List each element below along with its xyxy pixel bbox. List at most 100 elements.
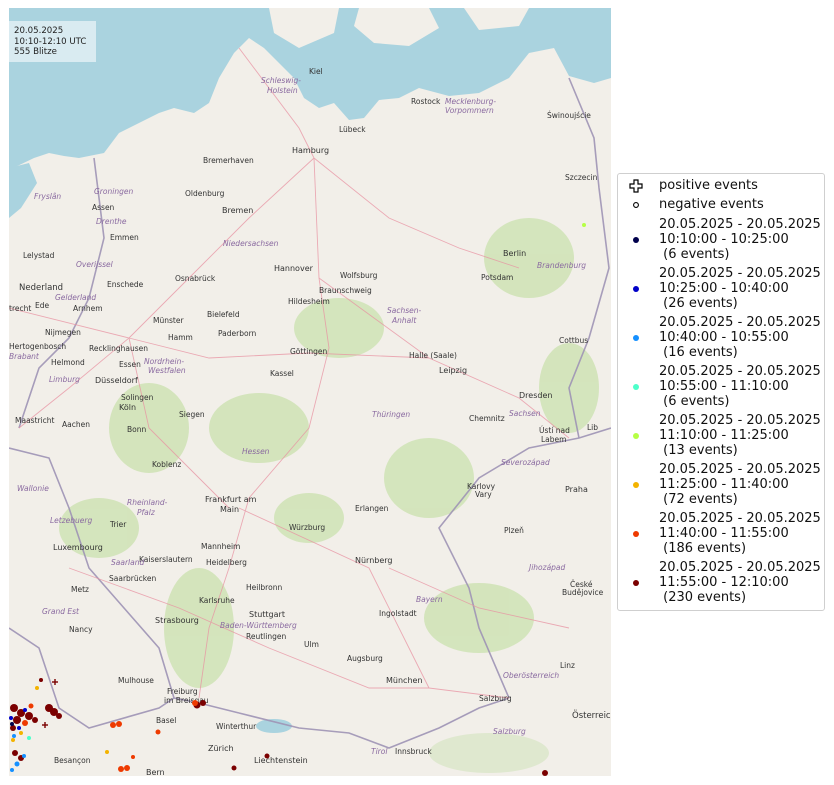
svg-text:Nederland: Nederland xyxy=(19,283,63,293)
svg-text:Innsbruck: Innsbruck xyxy=(395,747,432,756)
svg-text:Linz: Linz xyxy=(560,661,575,670)
svg-text:Tirol: Tirol xyxy=(371,747,388,756)
svg-text:Labem: Labem xyxy=(541,435,566,444)
svg-text:Bern: Bern xyxy=(146,768,165,776)
svg-text:Ulm: Ulm xyxy=(304,640,319,649)
legend: positive events negative events 20.05.20… xyxy=(617,173,825,611)
legend-label: 20.05.2025 - 20.05.2025 11:55:00 - 12:10… xyxy=(659,560,821,605)
svg-text:Aachen: Aachen xyxy=(62,420,90,429)
svg-text:Kassel: Kassel xyxy=(270,369,294,378)
map-canvas: Kiel Schleswig- Holstein Rostock Mecklen… xyxy=(9,8,611,776)
legend-label: 20.05.2025 - 20.05.2025 10:40:00 - 10:55… xyxy=(659,315,821,360)
svg-text:Österreich: Österreich xyxy=(572,710,611,721)
svg-text:Oldenburg: Oldenburg xyxy=(185,189,225,198)
legend-label: 20.05.2025 - 20.05.2025 10:55:00 - 11:10… xyxy=(659,364,821,409)
info-flash-count: 555 Blitze xyxy=(14,47,57,57)
svg-text:Vary: Vary xyxy=(475,490,492,499)
svg-text:Schleswig-: Schleswig- xyxy=(261,76,301,85)
svg-text:Groningen: Groningen xyxy=(94,187,133,196)
svg-text:Kaiserslautern: Kaiserslautern xyxy=(139,555,193,564)
svg-text:Recklinghausen: Recklinghausen xyxy=(89,344,148,353)
svg-text:München: München xyxy=(386,676,423,685)
svg-text:Leipzig: Leipzig xyxy=(439,366,467,375)
svg-text:Rheinland-: Rheinland- xyxy=(127,498,168,507)
svg-text:Hamburg: Hamburg xyxy=(292,146,329,155)
svg-text:Praha: Praha xyxy=(565,485,588,494)
svg-text:Liechtenstein: Liechtenstein xyxy=(254,756,308,765)
svg-text:Metz: Metz xyxy=(71,585,89,594)
svg-text:Düsseldorf: Düsseldorf xyxy=(95,376,138,385)
svg-text:Solingen: Solingen xyxy=(121,393,154,402)
svg-text:Arnhem: Arnhem xyxy=(73,304,103,313)
svg-text:Osnabrück: Osnabrück xyxy=(175,274,216,283)
svg-text:Nijmegen: Nijmegen xyxy=(45,328,81,337)
circle-icon xyxy=(628,197,644,213)
dot-icon xyxy=(628,281,644,297)
lightning-map[interactable]: Kiel Schleswig- Holstein Rostock Mecklen… xyxy=(9,8,611,776)
svg-text:Fryslân: Fryslân xyxy=(34,192,61,201)
svg-text:Wallonie: Wallonie xyxy=(17,484,49,493)
svg-text:Braunschweig: Braunschweig xyxy=(319,286,372,295)
legend-label: 20.05.2025 - 20.05.2025 10:25:00 - 10:40… xyxy=(659,266,821,311)
legend-label: 20.05.2025 - 20.05.2025 11:40:00 - 11:55… xyxy=(659,511,821,556)
svg-text:Nordrhein-: Nordrhein- xyxy=(144,357,184,366)
svg-text:Hessen: Hessen xyxy=(242,447,270,456)
svg-text:Wolfsburg: Wolfsburg xyxy=(340,271,378,280)
svg-text:Hildesheim: Hildesheim xyxy=(288,297,330,306)
svg-text:Freiburg: Freiburg xyxy=(167,687,198,696)
info-date: 20.05.2025 xyxy=(14,26,64,36)
svg-text:Hannover: Hannover xyxy=(274,264,314,273)
svg-text:Westfalen: Westfalen xyxy=(148,366,186,375)
svg-text:Brandenburg: Brandenburg xyxy=(537,261,586,270)
svg-text:Kiel: Kiel xyxy=(309,67,323,76)
svg-text:Cottbus: Cottbus xyxy=(559,336,588,345)
svg-text:Severozápad: Severozápad xyxy=(501,458,550,467)
svg-text:Saarland: Saarland xyxy=(111,558,144,567)
svg-text:Gelderland: Gelderland xyxy=(55,293,96,302)
svg-text:Anhalt: Anhalt xyxy=(391,316,417,325)
svg-text:Salzburg: Salzburg xyxy=(493,727,526,736)
svg-text:Nürnberg: Nürnberg xyxy=(355,556,393,565)
svg-text:Lib: Lib xyxy=(587,423,598,432)
svg-text:Halle (Saale): Halle (Saale) xyxy=(409,351,457,360)
svg-text:Berlin: Berlin xyxy=(503,249,526,258)
svg-text:Oberösterreich: Oberösterreich xyxy=(503,671,559,680)
legend-label: positive events xyxy=(659,178,758,193)
dot-icon xyxy=(628,428,644,444)
svg-text:Winterthur: Winterthur xyxy=(216,722,257,731)
svg-text:Strasbourg: Strasbourg xyxy=(155,616,199,625)
svg-text:Köln: Köln xyxy=(119,403,136,412)
svg-text:Salzburg: Salzburg xyxy=(479,694,512,703)
svg-text:Bayern: Bayern xyxy=(416,595,443,604)
svg-text:trecht: trecht xyxy=(9,304,31,313)
svg-text:Assen: Assen xyxy=(92,203,115,212)
info-time-range: 10:10-12:10 UTC xyxy=(14,36,87,47)
svg-text:Heilbronn: Heilbronn xyxy=(246,583,282,592)
svg-text:Emmen: Emmen xyxy=(110,233,139,242)
svg-text:Brabant: Brabant xyxy=(9,352,40,361)
svg-text:Lelystad: Lelystad xyxy=(23,251,55,260)
svg-text:Świnoujście: Świnoujście xyxy=(547,111,591,120)
svg-text:Heidelberg: Heidelberg xyxy=(206,558,247,567)
svg-text:Maastricht: Maastricht xyxy=(15,416,55,425)
svg-text:Mannheim: Mannheim xyxy=(201,542,240,551)
svg-text:Münster: Münster xyxy=(153,316,184,325)
svg-text:Sachsen: Sachsen xyxy=(509,409,541,418)
svg-text:Lübeck: Lübeck xyxy=(339,125,366,134)
svg-text:Bielefeld: Bielefeld xyxy=(207,310,240,319)
dot-icon xyxy=(628,379,644,395)
svg-text:Saarbrücken: Saarbrücken xyxy=(109,574,156,583)
svg-text:Zürich: Zürich xyxy=(208,744,234,753)
svg-text:Ede: Ede xyxy=(35,301,49,310)
info-box: 20.05.2025 10:10-12:10 UTC 555 Blitze xyxy=(9,21,96,62)
svg-text:Frankfurt am: Frankfurt am xyxy=(205,495,257,504)
legend-label: negative events xyxy=(659,197,764,212)
svg-text:Hertogenbosch: Hertogenbosch xyxy=(9,342,66,351)
dot-icon xyxy=(628,232,644,248)
svg-text:Ingolstadt: Ingolstadt xyxy=(379,609,417,618)
svg-text:Luxembourg: Luxembourg xyxy=(53,543,103,552)
svg-text:Baden-Württemberg: Baden-Württemberg xyxy=(220,621,297,630)
svg-text:Siegen: Siegen xyxy=(179,410,205,419)
svg-text:Drenthe: Drenthe xyxy=(96,217,127,226)
svg-text:Besançon: Besançon xyxy=(54,756,91,765)
